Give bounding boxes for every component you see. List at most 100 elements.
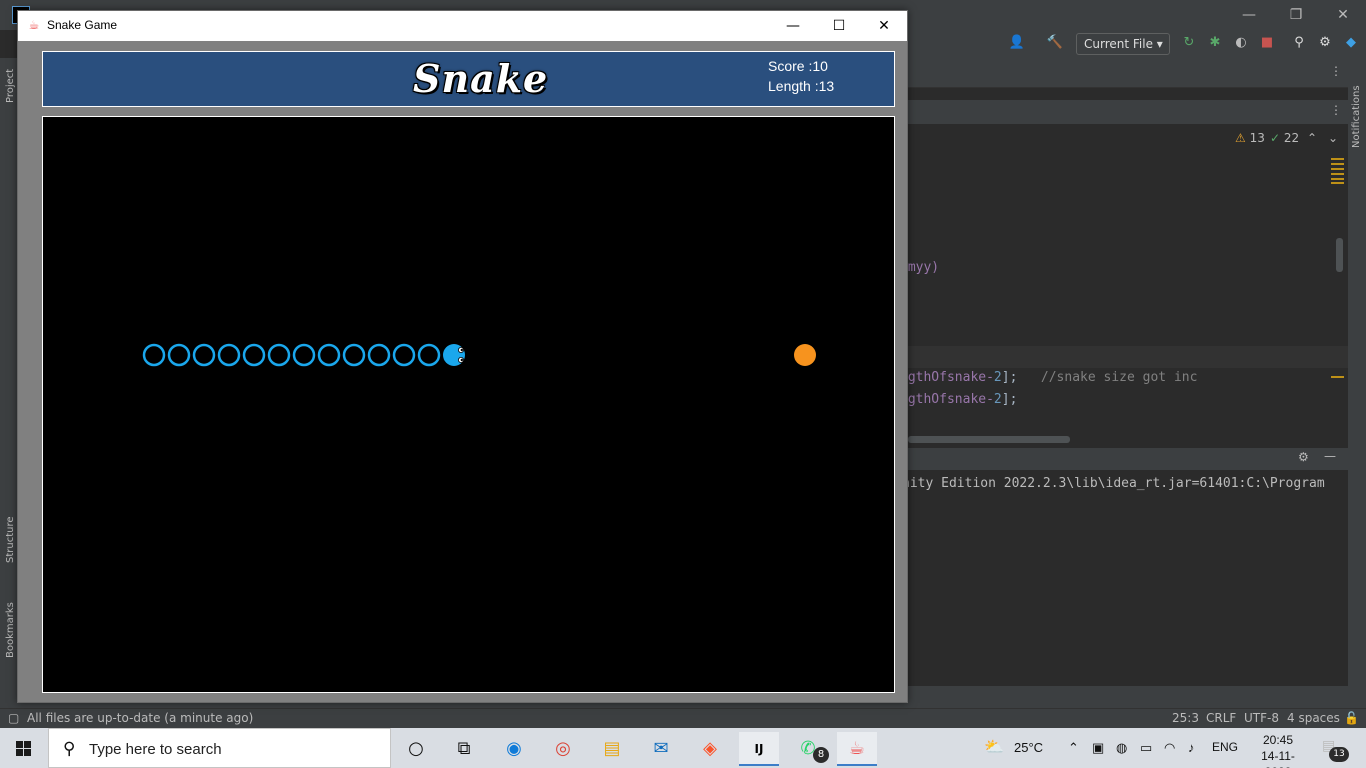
game-close-button[interactable]: ✕: [861, 11, 907, 41]
brave-icon[interactable]: ◈: [690, 732, 730, 766]
snake-pupil: [460, 348, 463, 352]
snake-body-segment: [367, 343, 391, 367]
snake-body-segment: [417, 343, 441, 367]
more-options-icon-2[interactable]: ⋮: [1330, 103, 1342, 117]
volume-icon[interactable]: ♪: [1188, 740, 1195, 755]
more-options-icon[interactable]: ⋮: [1330, 64, 1342, 78]
tray-chevron-up-icon[interactable]: ⌃: [1068, 740, 1079, 756]
edge-icon[interactable]: ◉: [494, 732, 534, 766]
meet-icon[interactable]: ▣: [1092, 740, 1104, 756]
battery-icon[interactable]: ▭: [1140, 740, 1152, 756]
snake-body-segment: [142, 343, 166, 367]
intellij-icon[interactable]: IJ: [739, 732, 779, 766]
snake-body-segment: [317, 343, 341, 367]
settings-gear-icon[interactable]: ⚙: [1316, 34, 1334, 52]
length-label: Length :13: [768, 78, 835, 94]
editor-horizontal-scrollbar[interactable]: [908, 436, 1070, 443]
search-icon: ⚲: [63, 739, 76, 759]
left-tool-strip: Project Structure Bookmarks: [0, 58, 18, 708]
run-config-dropdown[interactable]: Current File ▾: [1076, 33, 1170, 55]
chrome-icon[interactable]: ◎: [543, 732, 583, 766]
network-globe-icon[interactable]: ◍: [1116, 740, 1127, 756]
board-canvas: [142, 343, 816, 367]
search-everywhere-icon[interactable]: ⚲: [1290, 34, 1308, 52]
game-board[interactable]: [42, 116, 895, 693]
snake-body-segment: [167, 343, 191, 367]
game-banner: Snake Score :10 Length :13: [42, 51, 895, 107]
chevron-down-icon: ▾: [1156, 37, 1163, 51]
stop-icon[interactable]: ■: [1258, 34, 1276, 52]
rerun-icon[interactable]: ↻: [1180, 34, 1198, 52]
notifications-tool-tab[interactable]: Notifications: [1351, 85, 1362, 148]
snake-body-segment: [292, 343, 316, 367]
run-config-label: Current File: [1084, 37, 1153, 51]
search-placeholder: Type here to search: [89, 741, 222, 758]
caret-position[interactable]: 25:3: [1172, 711, 1199, 725]
code-line-snake-size-2: ngthOfsnake-2];: [900, 392, 1018, 407]
structure-tool-tab[interactable]: Structure: [5, 516, 16, 563]
notification-count-badge: 13: [1329, 747, 1349, 762]
warning-icon: ⚠: [1235, 131, 1246, 145]
coverage-icon[interactable]: ◐: [1232, 34, 1250, 52]
bookmarks-tool-tab[interactable]: Bookmarks: [5, 602, 16, 658]
task-view-icon[interactable]: ⧉: [444, 732, 484, 766]
mail-icon[interactable]: ✉: [641, 732, 681, 766]
game-titlebar[interactable]: ☕ Snake Game — ☐ ✕: [18, 11, 907, 41]
editor-vertical-scrollbar[interactable]: [1336, 238, 1343, 272]
ide-minimize-button[interactable]: —: [1238, 4, 1260, 26]
lock-icon[interactable]: 🔓: [1344, 711, 1359, 725]
taskbar-search-box[interactable]: ⚲ Type here to search: [48, 728, 391, 768]
right-tool-strip: Notifications: [1348, 58, 1366, 708]
code-line-snake-size: ngthOfsnake-2]; //snake size got inc: [900, 370, 1198, 385]
snake-pupil: [460, 358, 463, 362]
food-pellet: [794, 344, 816, 366]
line-separator[interactable]: CRLF: [1206, 711, 1236, 725]
java-icon[interactable]: ☕: [837, 732, 877, 766]
game-maximize-button[interactable]: ☐: [816, 11, 862, 41]
run-settings-gear-icon[interactable]: ⚙: [1298, 450, 1309, 464]
weak-warnings-indicator[interactable]: ✓ 22: [1270, 131, 1299, 145]
indent-setting[interactable]: 4 spaces: [1287, 711, 1340, 725]
ide-restore-button[interactable]: ❐: [1285, 4, 1307, 26]
snake-title-logo: Snake: [413, 56, 549, 101]
editor-breadcrumb-bar: ⋮: [908, 100, 1348, 124]
snake-body-segment: [192, 343, 216, 367]
project-tool-tab[interactable]: Project: [5, 69, 16, 103]
java-cup-icon: ☕: [28, 18, 40, 32]
debug-bug-icon[interactable]: ✱: [1206, 34, 1224, 52]
file-explorer-icon[interactable]: ▤: [592, 732, 632, 766]
run-panel-header: ⚙ —: [908, 448, 1348, 470]
snake-body-segment: [342, 343, 366, 367]
snake-body-segment: [267, 343, 291, 367]
next-highlight-icon[interactable]: ⌄: [1328, 131, 1338, 145]
system-clock[interactable]: 20:45 14-11-2022: [1248, 732, 1308, 768]
cortana-icon[interactable]: ○: [396, 732, 436, 766]
weather-icon[interactable]: ⛅: [984, 737, 1004, 757]
build-hammer-icon[interactable]: 🔨: [1046, 34, 1064, 52]
snake-body-segment: [242, 343, 266, 367]
run-hide-icon[interactable]: —: [1324, 449, 1336, 463]
game-window-title: Snake Game: [47, 18, 118, 32]
current-line-highlight: [908, 346, 1348, 368]
clock-time: 20:45: [1262, 733, 1294, 747]
snake-game-window: ☕ Snake Game — ☐ ✕ Snake Score :10 Lengt…: [17, 10, 908, 703]
check-icon: ✓: [1270, 131, 1281, 145]
ide-close-button[interactable]: ✕: [1332, 4, 1354, 26]
snake-body-segment: [217, 343, 241, 367]
jetbrains-toolbox-icon[interactable]: ◆: [1342, 34, 1360, 52]
start-button[interactable]: [0, 728, 48, 768]
user-icon[interactable]: 👤: [1008, 34, 1026, 52]
run-console-output: nity Edition 2022.2.3\lib\idea_rt.jar=61…: [902, 476, 1325, 491]
file-encoding[interactable]: UTF-8: [1244, 711, 1279, 725]
warnings-indicator[interactable]: ⚠ 13: [1235, 131, 1265, 145]
score-label: Score :10: [768, 58, 828, 74]
wifi-icon[interactable]: ◠: [1164, 740, 1175, 756]
weather-temp[interactable]: 25°C: [1014, 740, 1043, 755]
snake-body-segment: [392, 343, 416, 367]
prev-highlight-icon[interactable]: ⌃: [1307, 131, 1317, 145]
whatsapp-badge: 8: [813, 747, 829, 763]
game-minimize-button[interactable]: —: [770, 11, 816, 41]
status-square-icon[interactable]: ▢: [8, 711, 19, 725]
language-indicator[interactable]: ENG: [1212, 740, 1238, 754]
editor-tabs-bar: ⋮: [908, 58, 1348, 88]
